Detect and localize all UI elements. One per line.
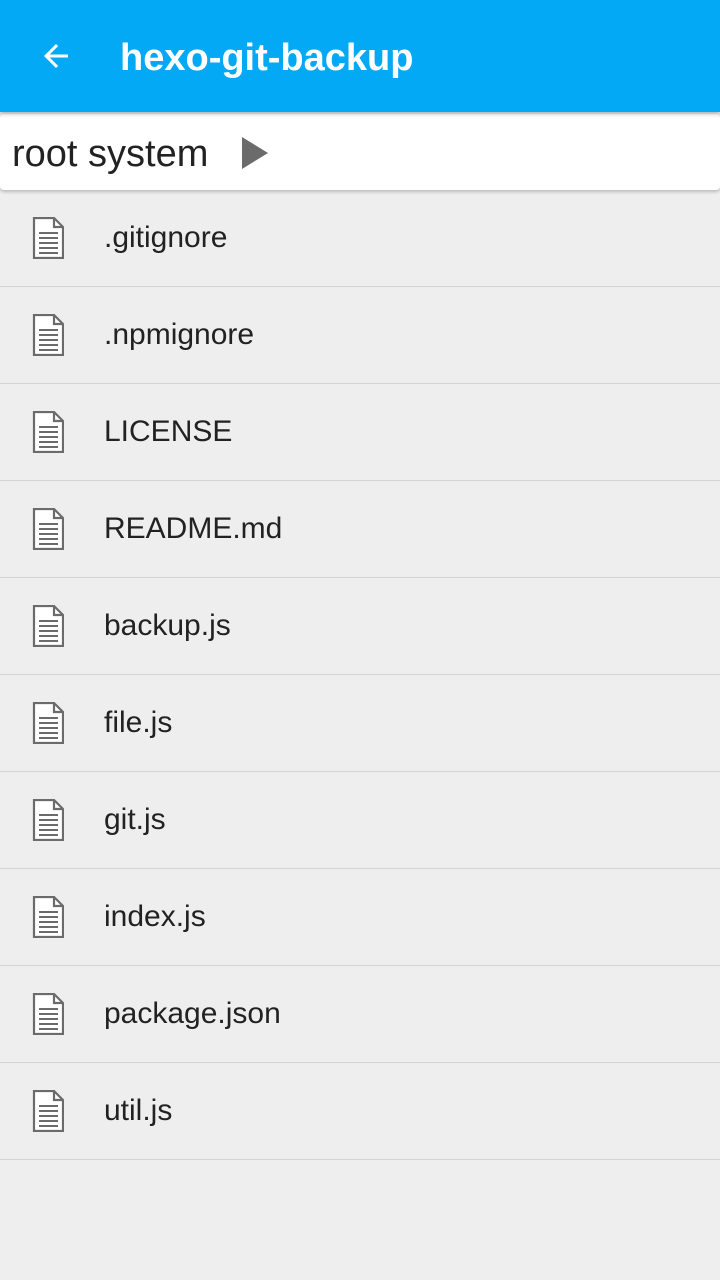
file-document-icon — [32, 1090, 64, 1132]
file-list-item[interactable]: .npmignore — [0, 287, 720, 384]
file-name: git.js — [104, 803, 166, 836]
file-name: index.js — [104, 900, 206, 933]
file-list-item[interactable]: README.md — [0, 481, 720, 578]
file-name: .gitignore — [104, 221, 228, 254]
breadcrumb-item-root-system[interactable]: root system — [12, 114, 208, 190]
file-list-item[interactable]: LICENSE — [0, 384, 720, 481]
file-name: package.json — [104, 997, 281, 1030]
file-list-item[interactable]: .gitignore — [0, 190, 720, 287]
file-document-icon — [32, 411, 64, 453]
file-list-item[interactable]: backup.js — [0, 578, 720, 675]
file-document-icon — [32, 993, 64, 1035]
breadcrumb: root system — [0, 114, 720, 190]
play-arrow-icon — [242, 137, 268, 169]
app-bar: hexo-git-backup — [0, 0, 720, 112]
file-document-icon — [32, 605, 64, 647]
file-document-icon — [32, 508, 64, 550]
back-button[interactable] — [20, 20, 92, 92]
file-name: README.md — [104, 512, 283, 545]
file-name: backup.js — [104, 609, 231, 642]
file-list-item[interactable]: file.js — [0, 675, 720, 772]
file-list-item[interactable]: util.js — [0, 1063, 720, 1160]
file-name: .npmignore — [104, 318, 255, 351]
file-document-icon — [32, 217, 64, 259]
file-list-item[interactable]: package.json — [0, 966, 720, 1063]
file-list-item[interactable]: git.js — [0, 772, 720, 869]
page-title: hexo-git-backup — [120, 37, 414, 79]
file-name: LICENSE — [104, 415, 233, 448]
file-document-icon — [32, 799, 64, 841]
file-name: util.js — [104, 1094, 173, 1127]
file-list-item[interactable]: index.js — [0, 869, 720, 966]
file-document-icon — [32, 314, 64, 356]
file-name: file.js — [104, 706, 173, 739]
file-document-icon — [32, 896, 64, 938]
arrow-back-icon — [44, 44, 68, 68]
file-document-icon — [32, 702, 64, 744]
file-list: .gitignore .npmignore LICENSE README.md … — [0, 190, 720, 1160]
